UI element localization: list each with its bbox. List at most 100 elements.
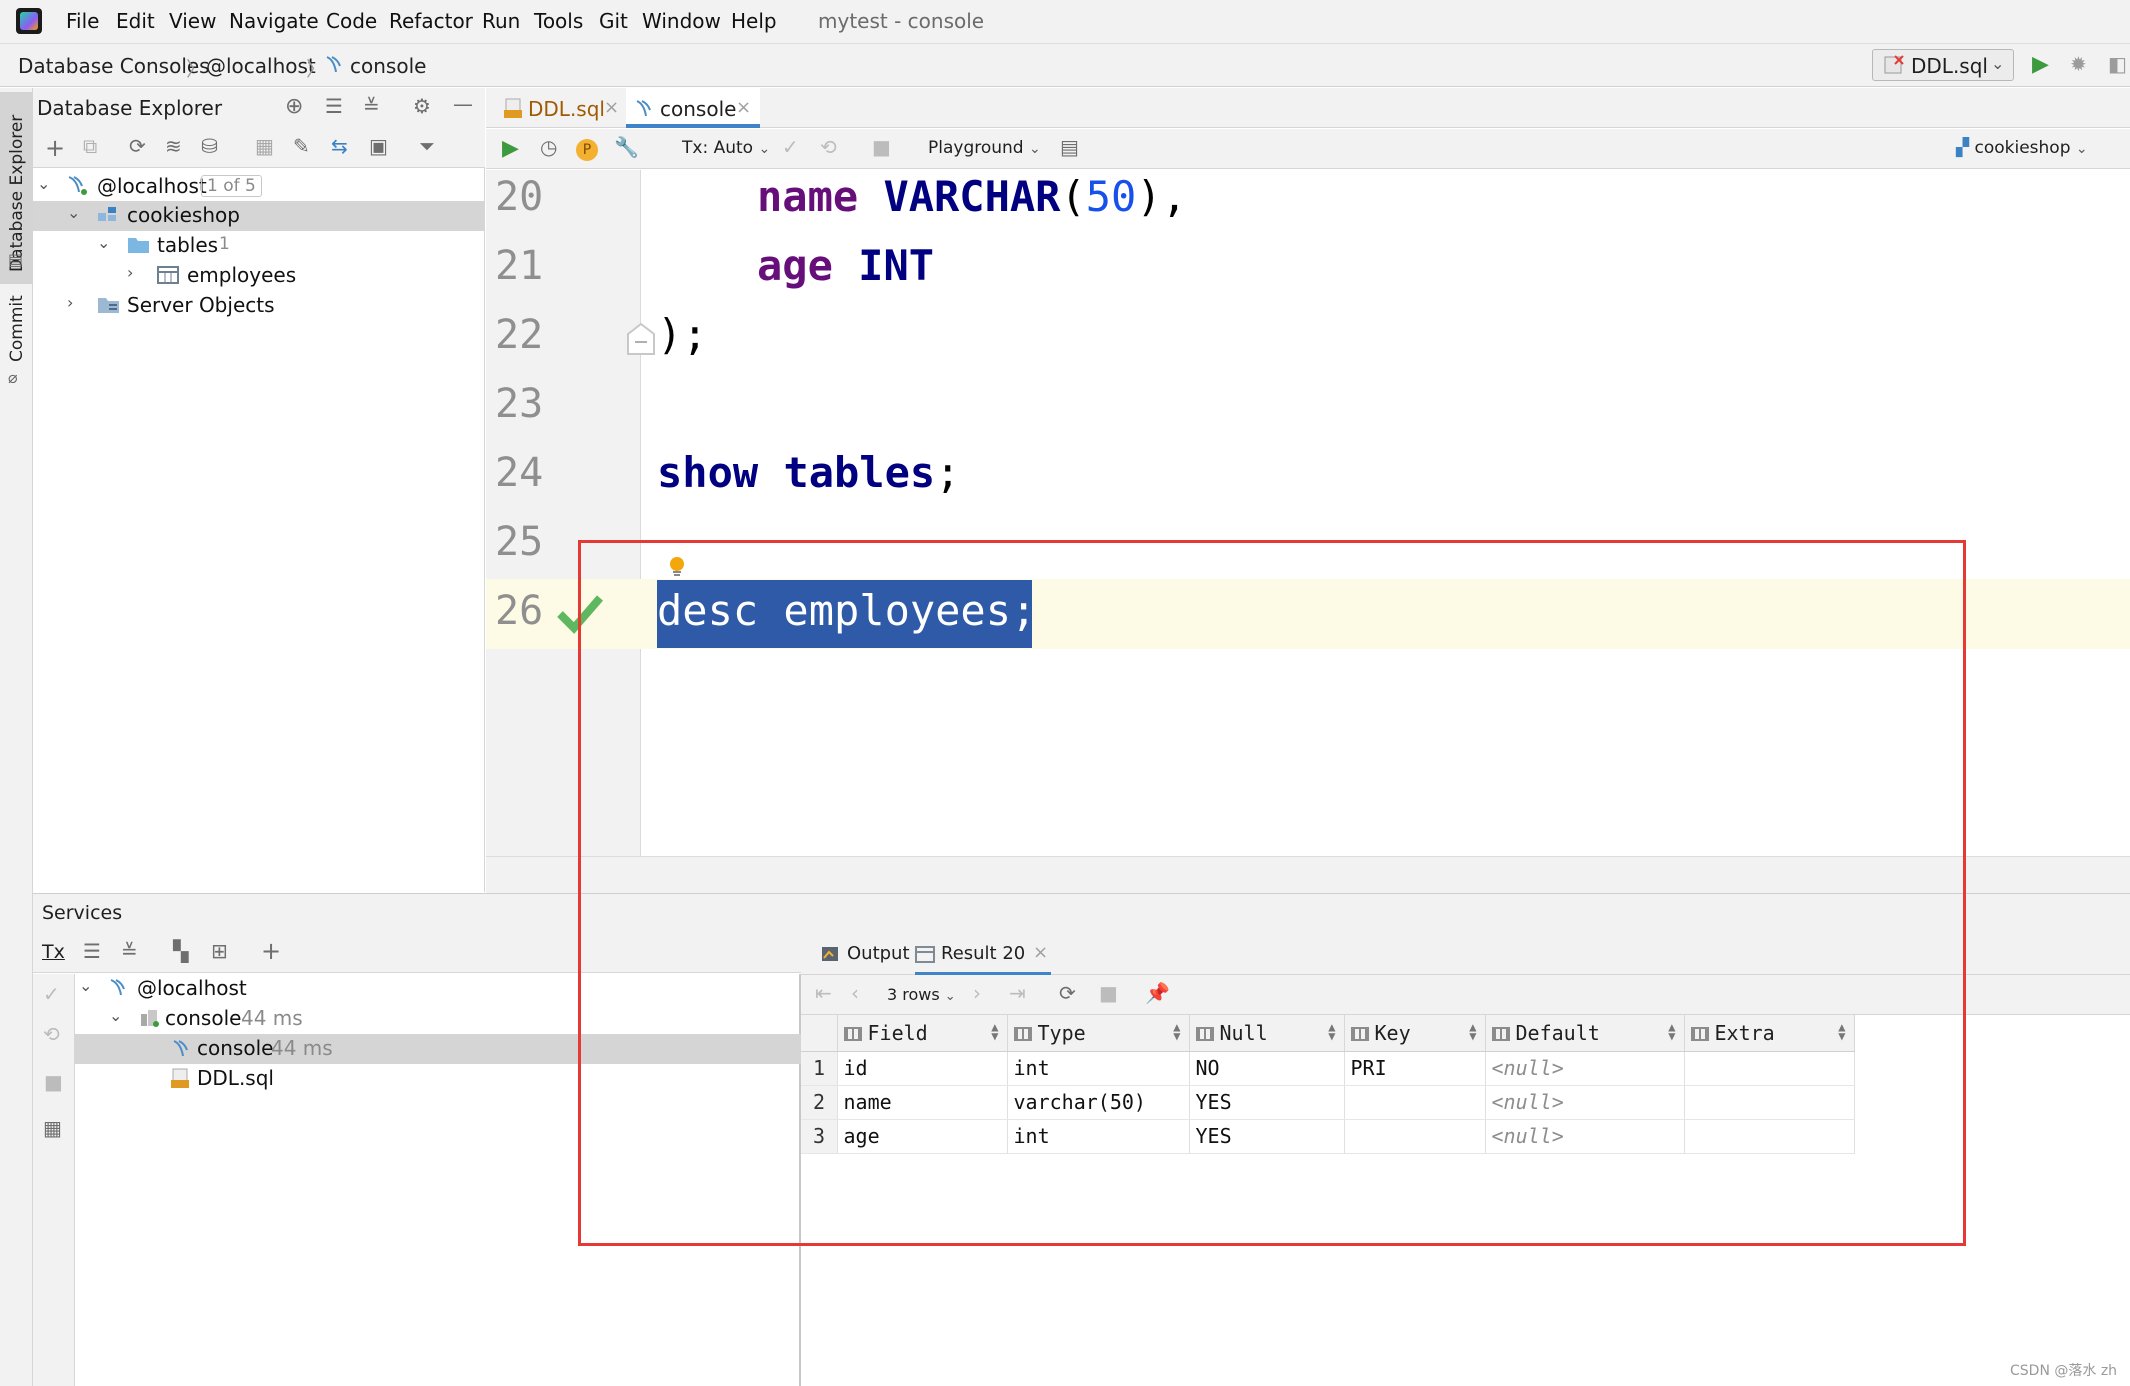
expand-all-icon[interactable]: ☰ (325, 94, 343, 118)
app-logo-icon (16, 8, 42, 34)
console-toolbar: ▶ ◷ P 🔧 Tx: Auto ⌄ ✓ ⟲ ■ Playground ⌄ ▤ … (486, 129, 2130, 169)
tree-node-tables[interactable]: ⌄ tables 1 (33, 231, 485, 261)
collapse-all-icon[interactable]: ≚ (363, 94, 380, 118)
hide-panel-icon[interactable]: — (453, 92, 473, 116)
chevron-down-icon: ⌄ (758, 141, 771, 157)
close-icon[interactable]: × (604, 97, 619, 118)
menu-view[interactable]: View (169, 9, 216, 33)
menu-window[interactable]: Window (642, 9, 721, 33)
coverage-icon[interactable]: ◧ (2108, 52, 2127, 76)
layout-icon[interactable]: ▦ (43, 1116, 62, 1140)
breadcrumb-separator-icon: 〉 (306, 57, 326, 81)
chevron-down-icon: ⌄ (97, 233, 111, 252)
duplicate-icon[interactable]: ⧉ (83, 134, 97, 158)
breadcrumb-console[interactable]: console (350, 54, 426, 78)
menu-run[interactable]: Run (482, 9, 520, 33)
tab-console[interactable]: console × (626, 88, 760, 128)
filter-icon[interactable]: ⏷ (419, 134, 435, 158)
chevron-down-icon: ⌄ (2075, 141, 2088, 157)
menu-navigate[interactable]: Navigate (229, 9, 319, 33)
line-number: 21 (495, 243, 544, 289)
sql-file-icon (1883, 55, 1905, 80)
tool-tab-database-explorer[interactable]: Database Explorer ▤ (0, 92, 33, 284)
add-icon[interactable]: + (261, 937, 281, 965)
chevron-down-icon: ⌄ (1029, 141, 1041, 157)
schema-sync-icon[interactable]: ≋ (165, 134, 182, 158)
query-console-icon[interactable]: ▣ (369, 134, 388, 158)
edit-icon[interactable]: ✎ (293, 134, 310, 158)
transaction-mode-select[interactable]: Tx: Auto ⌄ (682, 138, 770, 158)
menu-git[interactable]: Git (599, 9, 628, 33)
breadcrumb-database-consoles[interactable]: Database Consoles (18, 54, 210, 78)
tree-node-localhost[interactable]: ⌄ @localhost 1 of 5 (33, 172, 485, 202)
locate-icon[interactable]: ⊕ (285, 94, 303, 119)
execution-time: 44 ms (271, 1036, 333, 1060)
run-configuration-select[interactable]: DDL.sql ⌄ (1872, 49, 2014, 81)
transaction-icon[interactable]: Tx (42, 941, 65, 963)
history-icon[interactable]: ◷ (540, 135, 557, 159)
tree-node-cookieshop-label: cookieshop (127, 203, 240, 227)
playground-select[interactable]: Playground ⌄ (928, 138, 1041, 158)
services-side-toolbar: ✓ ⟲ ■ ▦ (33, 974, 75, 1386)
collapse-all-icon[interactable]: ≚ (121, 939, 138, 963)
output-layout-icon[interactable]: ▤ (1060, 135, 1079, 159)
debug-icon[interactable]: ✹ (2070, 52, 2087, 76)
commit-check-icon[interactable]: ✓ (782, 135, 799, 159)
fold-marker-icon[interactable] (626, 322, 656, 356)
stop-icon[interactable]: ■ (44, 1070, 63, 1094)
code-token: tables (783, 448, 936, 497)
execute-icon[interactable]: ▶ (502, 136, 519, 161)
refresh-icon[interactable]: ⟳ (129, 134, 146, 158)
tree-node-employees[interactable]: › employees (33, 261, 485, 291)
console-file-icon (324, 54, 344, 79)
rollback-icon[interactable]: ⟲ (43, 1022, 60, 1046)
group-by-icon[interactable]: ▚ (173, 939, 188, 963)
code-token: VARCHAR (883, 172, 1061, 221)
code-token: INT (858, 241, 935, 290)
expand-all-icon[interactable]: ☰ (83, 939, 101, 963)
menu-edit[interactable]: Edit (116, 9, 155, 33)
chevron-down-icon: ⌄ (1991, 54, 2005, 73)
menu-refactor[interactable]: Refactor (389, 9, 473, 33)
run-icon[interactable]: ▶ (2032, 52, 2049, 77)
table-view-icon[interactable]: ▦ (255, 134, 274, 158)
commit-check-icon[interactable]: ✓ (43, 982, 60, 1006)
line-number: 26 (495, 588, 544, 634)
tab-ddl-sql[interactable]: DDL.sql × (496, 88, 626, 128)
gear-icon[interactable]: ⚙ (413, 94, 431, 118)
breadcrumb-localhost[interactable]: @localhost (206, 54, 316, 78)
tree-node-server-objects[interactable]: › Server Objects (33, 291, 485, 321)
menu-file[interactable]: File (66, 9, 99, 33)
jump-to-console-icon[interactable]: ⇆ (331, 134, 348, 158)
stop-icon[interactable]: ■ (872, 135, 891, 159)
tree-node-cookieshop[interactable]: ⌄ cookieshop (33, 201, 485, 231)
tree-node-localhost-label: @localhost (97, 174, 207, 198)
tree-node-tables-count: 1 (219, 234, 230, 254)
tool-tab-commit[interactable]: Commit ⌀ (0, 290, 33, 390)
new-service-icon[interactable]: ⊞ (211, 939, 228, 963)
console-file-icon (171, 1038, 191, 1063)
wrench-icon[interactable]: 🔧 (614, 135, 639, 159)
database-explorer-header: Database Explorer ⊕ ☰ ≚ ⚙ — (33, 88, 485, 128)
menu-tools[interactable]: Tools (534, 9, 583, 33)
menu-code[interactable]: Code (326, 9, 377, 33)
code-token: age (757, 241, 833, 290)
line-number: 22 (495, 312, 544, 358)
line-number: 23 (495, 381, 544, 427)
mysql-datasource-icon (109, 977, 131, 1004)
profile-icon[interactable]: P (576, 139, 598, 161)
rollback-icon[interactable]: ⟲ (820, 135, 837, 159)
tree-node-tables-label: tables (157, 233, 219, 257)
service-node-console-group-label: console (165, 1006, 242, 1030)
code-token: ; (935, 448, 961, 497)
close-icon[interactable]: × (736, 97, 751, 118)
code-token: name (757, 172, 859, 221)
code-token: show (657, 448, 759, 497)
database-explorer-title: Database Explorer (37, 96, 223, 120)
data-source-properties-icon[interactable]: ⛁ (201, 134, 218, 158)
tree-node-count-badge: 1 of 5 (201, 175, 262, 197)
add-icon[interactable]: + (45, 134, 65, 162)
menu-help[interactable]: Help (731, 9, 777, 33)
tool-tab-database-explorer-label: Database Explorer (7, 114, 27, 272)
schema-select[interactable]: ▞ cookieshop ⌄ (1956, 138, 2088, 158)
